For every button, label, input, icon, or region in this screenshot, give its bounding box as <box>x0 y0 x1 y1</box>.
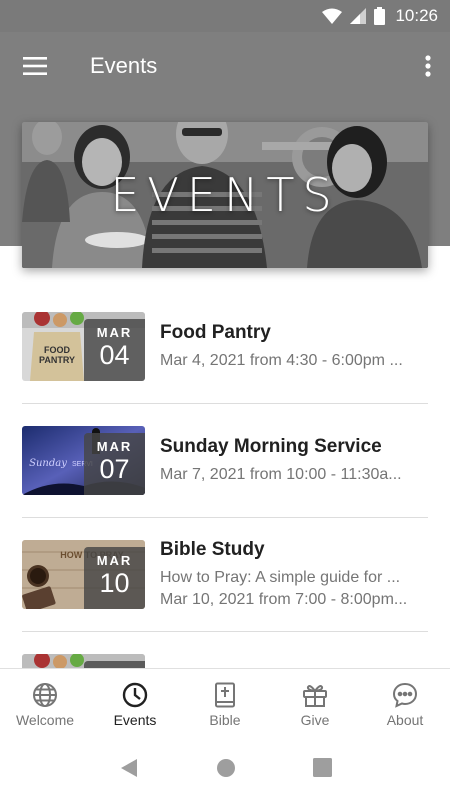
globe-icon <box>33 682 57 707</box>
cellular-signal-icon <box>350 8 367 24</box>
nav-item-about[interactable]: About <box>360 669 450 740</box>
event-details: Food Pantry Mar 4, 2021 from 4:30 - 6:00… <box>160 322 428 372</box>
event-list-item[interactable]: HOW TO PRAY MAR 10 Bible Study How to Pr… <box>22 518 428 632</box>
app-bar: Events <box>0 32 450 100</box>
more-vertical-icon <box>425 55 431 77</box>
gift-icon <box>303 684 327 707</box>
status-bar: 10:26 <box>0 0 450 32</box>
event-title: Sunday Morning Service <box>160 435 382 457</box>
svg-text:PANTRY: PANTRY <box>39 355 75 365</box>
event-day: 04 <box>99 340 130 370</box>
back-icon[interactable] <box>119 757 139 784</box>
event-date-time: Mar 4, 2021 from 4:30 - 6:00pm ... <box>160 351 403 369</box>
event-thumbnail: FOOD PANTRY MAR 04 <box>22 312 145 381</box>
nav-label: About <box>386 711 424 728</box>
system-navigation-bar <box>0 740 450 800</box>
event-day: 07 <box>99 454 130 484</box>
event-description: How to Pray: A simple guide for ... <box>160 568 401 586</box>
nav-item-bible[interactable]: Bible <box>180 669 270 740</box>
status-time: 10:26 <box>395 6 438 25</box>
event-day: 10 <box>99 568 130 598</box>
nav-label: Bible <box>209 711 241 728</box>
event-thumbnail: Sunday SERVI MAR 07 <box>22 426 145 495</box>
event-month: MAR <box>96 553 133 568</box>
event-details: Bible Study How to Pray: A simple guide … <box>160 539 428 611</box>
bottom-navigation: Welcome Events Bible Give About <box>0 668 450 740</box>
event-date-badge <box>84 661 145 668</box>
page-title: Events <box>90 53 158 78</box>
event-title: Bible Study <box>160 538 265 560</box>
event-details: Sunday Morning Service Mar 7, 2021 from … <box>160 436 428 486</box>
svg-text:FOOD: FOOD <box>44 345 70 355</box>
svg-text:Sunday: Sunday <box>29 458 67 469</box>
wifi-icon <box>322 8 343 24</box>
event-date-badge: MAR 07 <box>84 433 145 495</box>
event-thumbnail: HOW TO PRAY MAR 10 <box>22 540 145 609</box>
event-month: MAR <box>96 325 133 340</box>
event-date-time: Mar 10, 2021 from 7:00 - 8:00pm... <box>160 590 408 608</box>
event-list[interactable]: FOOD PANTRY MAR 04 Food Pantry Mar 4, 20… <box>0 290 450 668</box>
hamburger-menu-icon <box>23 57 47 75</box>
menu-button[interactable] <box>0 32 70 100</box>
chat-bubble-icon <box>392 682 418 708</box>
event-list-item[interactable]: Sunday SERVI MAR 07 Sunday Morning Servi… <box>22 404 428 518</box>
overflow-menu-button[interactable] <box>406 32 450 100</box>
hero-title: EVENTS <box>110 168 340 222</box>
bible-icon <box>215 682 235 707</box>
nav-item-events[interactable]: Events <box>90 669 180 740</box>
battery-icon <box>374 7 386 25</box>
nav-item-give[interactable]: Give <box>270 669 360 740</box>
event-date-badge: MAR 04 <box>84 319 145 381</box>
nav-label: Give <box>300 711 330 728</box>
clock-icon <box>122 682 148 707</box>
nav-label: Welcome <box>15 711 75 728</box>
event-date-time: Mar 7, 2021 from 10:00 - 11:30a... <box>160 465 402 483</box>
event-date-badge: MAR 10 <box>84 547 145 609</box>
event-list-item[interactable] <box>22 632 428 668</box>
event-month: MAR <box>96 439 133 454</box>
hero-banner: EVENTS <box>22 122 428 268</box>
event-title: Food Pantry <box>160 321 271 343</box>
event-thumbnail <box>22 654 145 668</box>
home-icon[interactable] <box>216 758 236 783</box>
event-list-item[interactable]: FOOD PANTRY MAR 04 Food Pantry Mar 4, 20… <box>22 290 428 404</box>
recents-icon[interactable] <box>312 758 332 782</box>
nav-item-welcome[interactable]: Welcome <box>0 669 90 740</box>
nav-label: Events <box>113 711 157 728</box>
